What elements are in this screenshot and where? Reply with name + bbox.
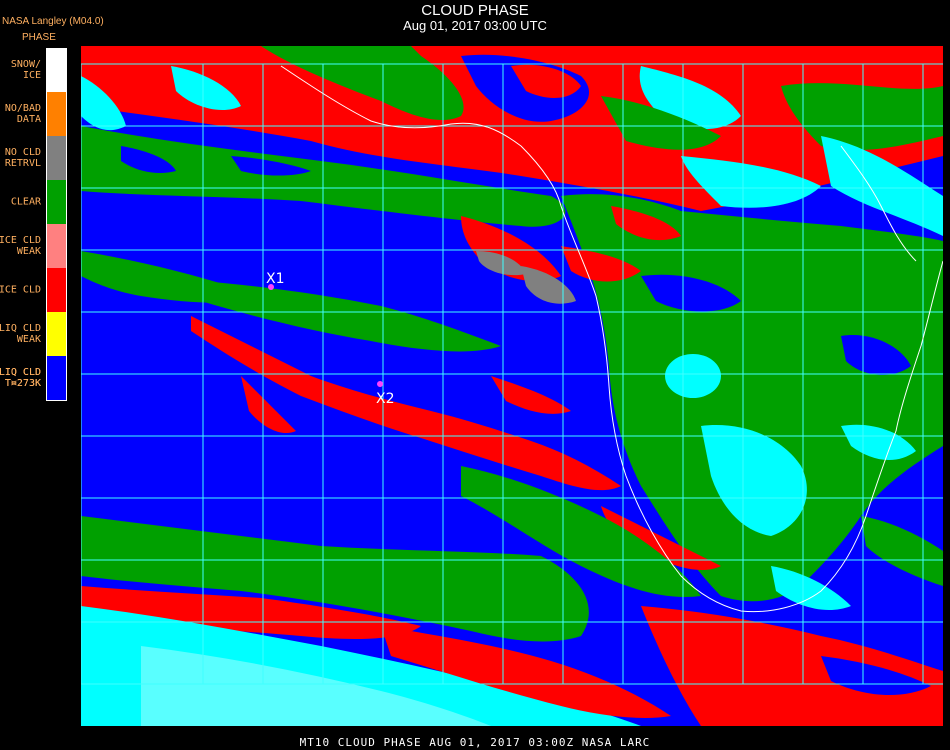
legend-label: ICE CLD WEAK xyxy=(0,235,41,257)
legend-label: NO CLD RETRVL xyxy=(4,147,41,169)
status-footer: MT10 CLOUD PHASE AUG 01, 2017 03:00Z NAS… xyxy=(299,736,651,749)
legend-swatch xyxy=(46,312,66,356)
legend-item-ice-cld: ICE CLD xyxy=(0,268,66,312)
legend-item-liq-cld-warm: LIQ CLD T>273K xyxy=(0,356,66,400)
legend-item-no-bad-data: NO/BAD DATA xyxy=(0,92,66,136)
legend-item-no-cld-retrvl: NO CLD RETRVL xyxy=(0,136,66,180)
legend-item-snow-ice: SNOW/ ICE xyxy=(0,48,66,92)
map-datetime: Aug 01, 2017 03:00 UTC xyxy=(403,18,547,33)
legend-item-clear: CLEAR xyxy=(0,180,66,224)
marker-x2-dot xyxy=(377,381,383,387)
legend-label: LIQ CLD T>273K xyxy=(0,367,41,389)
legend-title: PHASE xyxy=(22,32,56,43)
legend-item-ice-cld-weak: ICE CLD WEAK xyxy=(0,224,66,268)
marker-x2-label: X2 xyxy=(376,391,395,407)
legend-swatch xyxy=(46,356,66,400)
legend-label: LIQ CLD WEAK xyxy=(0,323,41,345)
legend-label: SNOW/ ICE xyxy=(10,59,41,81)
legend-item-liq-cld-weak: LIQ CLD WEAK xyxy=(0,312,66,356)
legend-label: NO/BAD DATA xyxy=(4,103,41,125)
legend-swatch xyxy=(46,92,66,136)
producer-label: NASA Langley (M04.0) xyxy=(2,16,104,27)
legend-swatch xyxy=(46,268,66,312)
legend-swatch xyxy=(46,48,66,92)
cloud-phase-map[interactable]: X1 X2 xyxy=(81,46,943,726)
phase-legend: SNOW/ ICE NO/BAD DATA NO CLD RETRVL CLEA… xyxy=(0,48,66,400)
legend-label: CLEAR xyxy=(10,196,41,208)
map-title: CLOUD PHASE xyxy=(421,2,529,19)
marker-x1-label: X1 xyxy=(266,271,285,287)
legend-swatch xyxy=(46,136,66,180)
legend-swatch xyxy=(46,224,66,268)
legend-label: ICE CLD xyxy=(0,284,41,296)
legend-swatch xyxy=(46,180,66,224)
